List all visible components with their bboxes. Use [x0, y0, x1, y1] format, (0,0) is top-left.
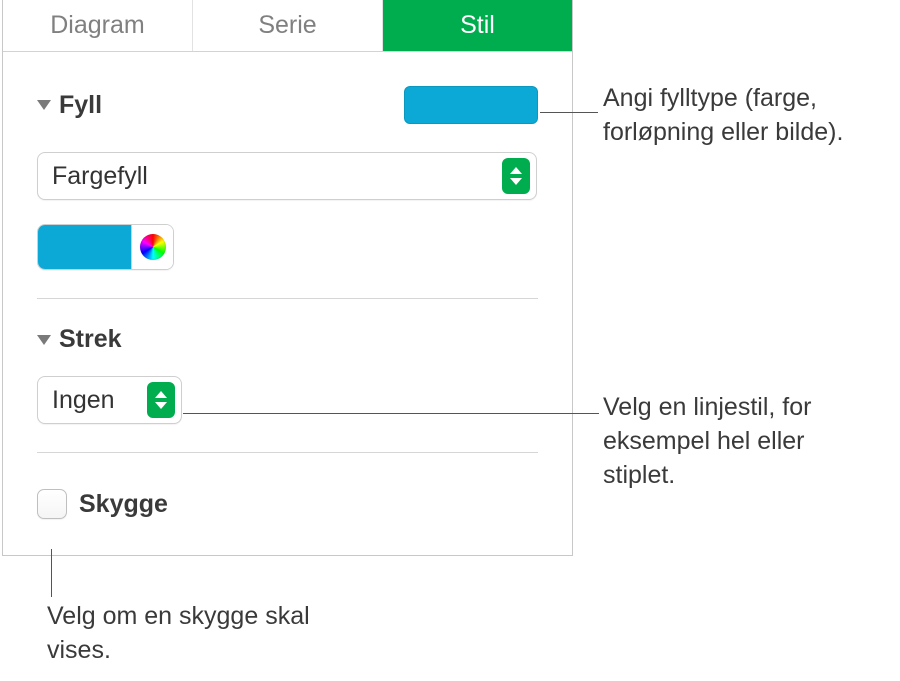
fill-type-value: Fargefyll [52, 162, 148, 191]
stroke-title: Strek [59, 325, 122, 354]
divider [37, 452, 538, 453]
tab-stil[interactable]: Stil [382, 0, 572, 51]
fill-disclosure-row[interactable]: Fyll [37, 91, 102, 120]
shadow-section: Skygge [3, 489, 572, 555]
stroke-disclosure-row[interactable]: Strek [37, 325, 122, 354]
callout-stroke: Velg en linjestil, for eksempel hel elle… [603, 391, 883, 492]
shadow-checkbox[interactable] [37, 489, 67, 519]
divider [37, 298, 538, 299]
callout-leader [540, 112, 598, 113]
fill-section-header: Fyll [37, 86, 538, 124]
fill-color-swatch[interactable] [404, 86, 538, 124]
shadow-row: Skygge [37, 489, 538, 555]
inspector-panel: Diagram Serie Stil Fyll Fargefyll [2, 0, 573, 556]
fill-type-select[interactable]: Fargefyll [37, 152, 537, 200]
color-wheel-icon [140, 234, 166, 260]
callout-shadow: Velg om en skygge skal vises. [47, 600, 347, 668]
callout-leader [183, 413, 599, 414]
color-picker-button[interactable] [131, 225, 173, 269]
fill-color-well[interactable] [37, 224, 174, 270]
select-stepper-icon [147, 382, 175, 418]
callout-leader [51, 549, 52, 597]
fill-section: Fyll Fargefyll [3, 86, 572, 270]
stroke-style-select[interactable]: Ingen [37, 376, 182, 424]
tab-serie[interactable]: Serie [192, 0, 382, 51]
shadow-label: Skygge [79, 490, 168, 519]
tab-diagram[interactable]: Diagram [3, 0, 192, 51]
chevron-down-icon [37, 100, 51, 110]
stroke-style-value: Ingen [52, 386, 115, 415]
stroke-section-header: Strek [37, 325, 538, 354]
fill-title: Fyll [59, 91, 102, 120]
inspector-tabs: Diagram Serie Stil [3, 0, 572, 52]
fill-color-well-color [38, 225, 131, 269]
chevron-down-icon [37, 335, 51, 345]
callout-fill: Angi fylltype (farge, forløpning eller b… [603, 82, 893, 150]
select-stepper-icon [502, 158, 530, 194]
stroke-section: Strek Ingen [3, 325, 572, 424]
fill-color-row [37, 224, 538, 270]
